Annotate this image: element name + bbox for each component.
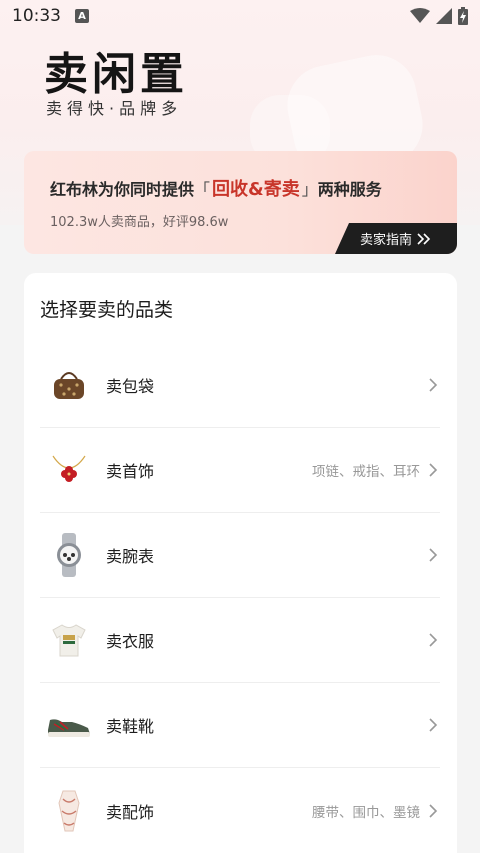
promo-prefix: 红布林为你同时提供 xyxy=(50,180,195,199)
chevron-right-icon xyxy=(429,548,438,562)
sneaker-icon xyxy=(46,702,92,748)
category-label: 卖鞋靴 xyxy=(106,717,155,736)
status-bar: 10:33 A xyxy=(0,0,480,32)
category-panel-title: 选择要卖的品类 xyxy=(40,299,174,321)
page-title: 卖闲置 xyxy=(44,49,188,100)
handbag-icon xyxy=(46,362,92,408)
promo-suffix: 两种服务 xyxy=(317,180,382,199)
tshirt-icon xyxy=(46,617,92,663)
category-label: 卖腕表 xyxy=(106,547,155,566)
category-item-bag[interactable]: 卖包袋 xyxy=(40,343,440,428)
promo-stats: 102.3w人卖商品，好评98.6w xyxy=(50,215,229,230)
promo-headline: 红布林为你同时提供 「 回收&寄卖 」 两种服务 xyxy=(50,175,382,201)
chevron-right-icon xyxy=(429,378,438,392)
page-subtitle: 卖得快·品牌多 xyxy=(46,99,183,118)
wifi-icon xyxy=(410,8,430,23)
category-hint: 腰带、围巾、墨镜 xyxy=(312,804,420,821)
chevron-right-icon xyxy=(429,633,438,647)
promo-bracket-open: 「 xyxy=(194,180,211,199)
status-indicators xyxy=(410,7,468,25)
promo-bracket-close: 」 xyxy=(301,180,318,199)
category-panel: 选择要卖的品类 卖包袋 卖首饰 项链、戒指、耳环 卖腕表 卖衣服 卖鞋靴 卖配饰… xyxy=(24,273,457,853)
notification-icon: A xyxy=(75,9,89,23)
promo-highlight: 回收&寄卖 xyxy=(212,179,300,200)
seller-guide-button[interactable]: 卖家指南 xyxy=(335,223,457,254)
seller-guide-label: 卖家指南 xyxy=(359,233,412,248)
service-promo-card[interactable]: 红布林为你同时提供 「 回收&寄卖 」 两种服务 102.3w人卖商品，好评98… xyxy=(24,151,457,254)
chevron-right-icon xyxy=(429,718,438,732)
category-item-shoes[interactable]: 卖鞋靴 xyxy=(40,683,440,768)
category-hint: 项链、戒指、耳环 xyxy=(312,464,420,480)
signal-icon xyxy=(436,8,452,24)
status-time: 10:33 xyxy=(12,6,61,26)
category-label: 卖首饰 xyxy=(106,462,155,481)
category-label: 卖配饰 xyxy=(106,802,155,822)
category-label: 卖包袋 xyxy=(106,377,155,396)
necklace-icon xyxy=(46,447,92,493)
category-label: 卖衣服 xyxy=(106,632,155,651)
double-chevron-right-icon xyxy=(417,232,431,245)
category-item-watch[interactable]: 卖腕表 xyxy=(40,513,440,598)
category-item-jewelry[interactable]: 卖首饰 项链、戒指、耳环 xyxy=(40,428,440,513)
chevron-right-icon xyxy=(429,463,438,477)
category-list: 卖包袋 卖首饰 项链、戒指、耳环 卖腕表 卖衣服 卖鞋靴 卖配饰 腰带、围巾、墨… xyxy=(40,343,440,853)
chevron-right-icon xyxy=(429,803,438,818)
watch-icon xyxy=(46,532,92,578)
category-item-clothing[interactable]: 卖衣服 xyxy=(40,598,440,683)
category-item-accessories[interactable]: 卖配饰 腰带、围巾、墨镜 xyxy=(40,768,440,853)
scarf-icon xyxy=(46,788,92,834)
battery-icon xyxy=(458,7,468,25)
